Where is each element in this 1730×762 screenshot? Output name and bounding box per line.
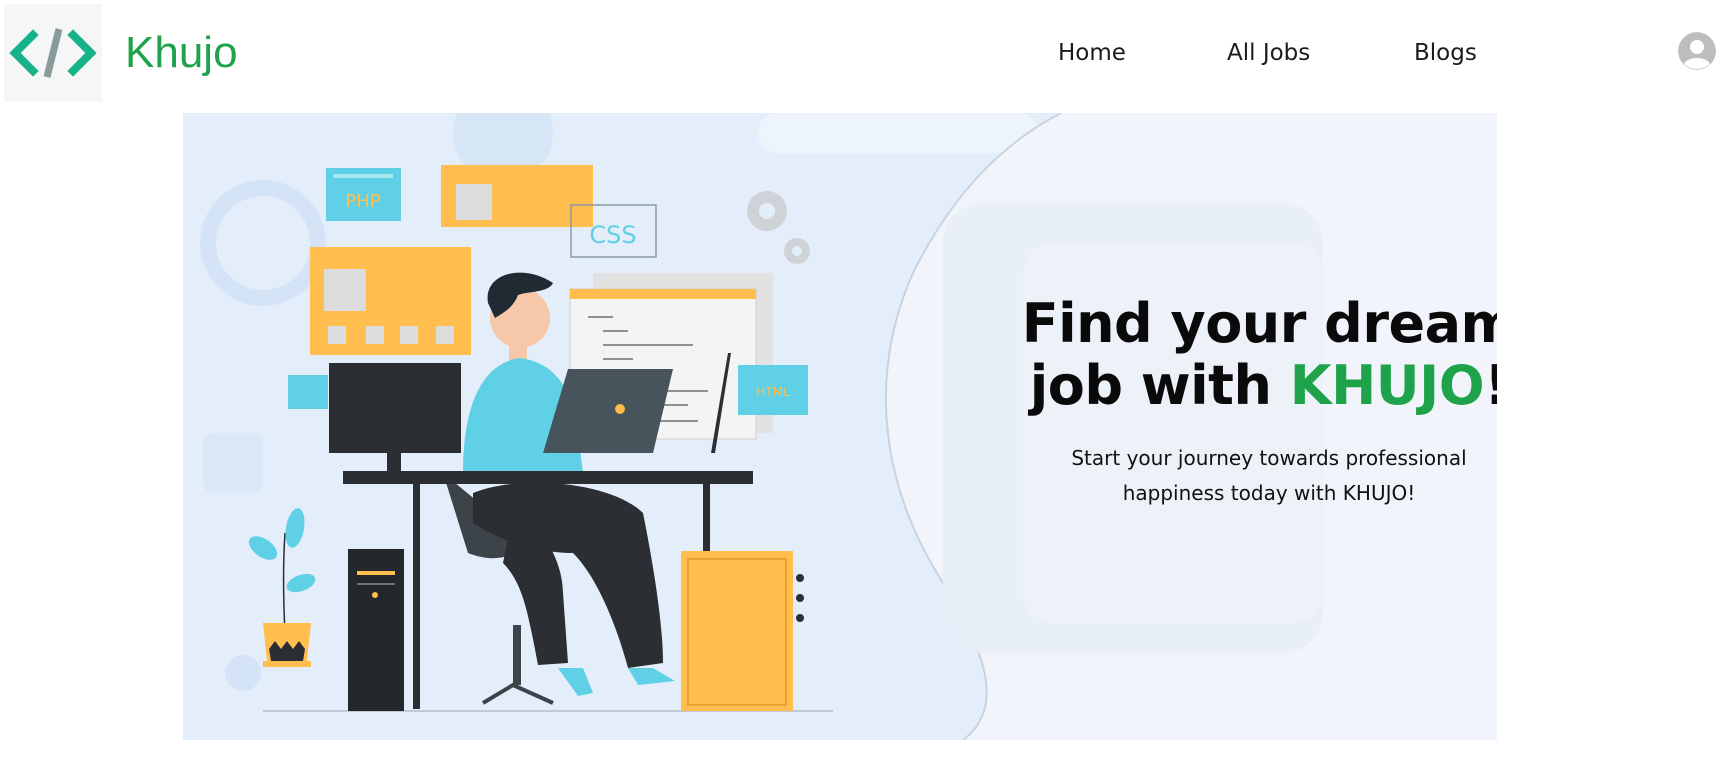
- hero-text-block: Find your dream job with KHUJO! Start yo…: [923, 293, 1497, 511]
- headline-line2: job with: [1029, 354, 1290, 417]
- hero-banner: PHP CSS HTML Find your dream job with KH…: [183, 113, 1497, 740]
- code-brackets-icon: [9, 28, 97, 78]
- hero-subtext: Start your journey towards professional …: [923, 441, 1497, 511]
- php-label: PHP: [345, 191, 380, 212]
- headline-brand: KHUJO: [1289, 354, 1485, 417]
- top-navbar: Khujo Home All Jobs Blogs: [0, 0, 1730, 104]
- headline-line1: Find your dream: [1021, 292, 1497, 355]
- nav-blogs-link[interactable]: Blogs: [1414, 40, 1477, 66]
- user-avatar-icon[interactable]: [1678, 32, 1716, 70]
- html-label: HTML: [756, 385, 790, 399]
- nav-home-link[interactable]: Home: [1058, 40, 1126, 66]
- nav-all-jobs-link[interactable]: All Jobs: [1227, 40, 1310, 66]
- headline-exclaim: !: [1484, 354, 1497, 417]
- subtext-line2: happiness today with KHUJO!: [1122, 481, 1416, 505]
- css-label: CSS: [589, 221, 636, 249]
- brand-name[interactable]: Khujo: [125, 28, 238, 78]
- hero-headline: Find your dream job with KHUJO!: [923, 293, 1497, 417]
- logo[interactable]: [4, 4, 102, 102]
- subtext-line1: Start your journey towards professional: [1071, 446, 1467, 470]
